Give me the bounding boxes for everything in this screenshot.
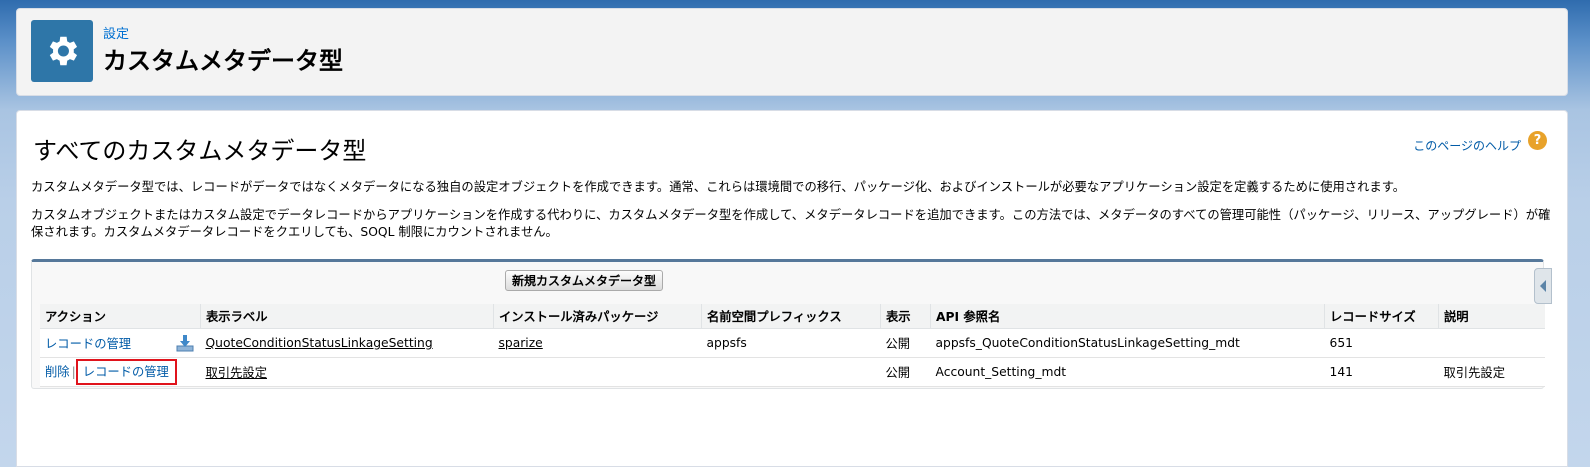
table-header-row: アクション 表示ラベル インストール済みパッケージ 名前空間プレフィックス 表示… bbox=[40, 304, 1545, 329]
breadcrumb-setup[interactable]: 設定 bbox=[103, 23, 129, 42]
col-package[interactable]: インストール済みパッケージ bbox=[493, 304, 702, 329]
metadata-table: アクション 表示ラベル インストール済みパッケージ 名前空間プレフィックス 表示… bbox=[40, 304, 1545, 387]
col-namespace[interactable]: 名前空間プレフィックス bbox=[701, 304, 881, 329]
namespace-cell bbox=[701, 357, 881, 387]
namespace-cell: appsfs bbox=[701, 328, 881, 358]
visibility-cell: 公開 bbox=[880, 357, 931, 387]
api-name-cell: appsfs_QuoteConditionStatusLinkageSettin… bbox=[930, 328, 1325, 358]
description-cell: 取引先設定 bbox=[1438, 357, 1545, 387]
main-content: すべてのカスタムメタデータ型 このページのヘルプ ? カスタムメタデータ型では、… bbox=[16, 110, 1568, 467]
api-name-cell: Account_Setting_mdt bbox=[930, 357, 1325, 387]
col-record-size[interactable]: レコードサイズ bbox=[1324, 304, 1439, 329]
gear-icon bbox=[31, 20, 93, 82]
new-custom-metadata-type-button[interactable]: 新規カスタムメタデータ型 bbox=[505, 270, 664, 291]
page-title: カスタムメタデータ型 bbox=[103, 47, 343, 75]
action-cell: レコードの管理 bbox=[40, 328, 201, 358]
section-heading: すべてのカスタムメタデータ型 bbox=[33, 137, 367, 165]
help-icon[interactable]: ? bbox=[1528, 131, 1547, 150]
delete-link[interactable]: 削除 bbox=[45, 365, 70, 379]
help-link[interactable]: このページのヘルプ bbox=[1413, 137, 1521, 154]
col-label[interactable]: 表示ラベル bbox=[200, 304, 494, 329]
table-row: レコードの管理 QuoteConditionStatusLinkageSetti… bbox=[40, 328, 1545, 358]
manage-records-link[interactable]: レコードの管理 bbox=[45, 337, 131, 351]
label-link[interactable]: 取引先設定 bbox=[206, 366, 268, 380]
chevron-left-icon bbox=[1540, 280, 1546, 292]
col-action: アクション bbox=[40, 304, 201, 329]
col-description[interactable]: 説明 bbox=[1438, 304, 1545, 329]
record-size-cell: 651 bbox=[1324, 328, 1439, 358]
col-api-name[interactable]: API 参照名 bbox=[930, 304, 1325, 329]
highlighted-manage-records: レコードの管理 bbox=[75, 359, 177, 385]
manage-records-link[interactable]: レコードの管理 bbox=[83, 365, 169, 379]
visibility-cell: 公開 bbox=[880, 328, 931, 358]
label-link[interactable]: QuoteConditionStatusLinkageSetting bbox=[206, 336, 433, 350]
record-size-cell: 141 bbox=[1324, 357, 1439, 387]
sidebar-toggle[interactable] bbox=[1534, 268, 1552, 304]
description-cell bbox=[1438, 328, 1545, 358]
action-cell: 削除 | レコードの管理 bbox=[40, 357, 201, 387]
package-link[interactable]: sparize bbox=[499, 336, 543, 350]
page-header: 設定 カスタムメタデータ型 bbox=[16, 8, 1568, 96]
metadata-type-list: 新規カスタムメタデータ型 アクション 表示ラベル インストール済みパッケージ 名… bbox=[31, 259, 1552, 389]
table-row: 削除 | レコードの管理 取引先設定 公開 Account_Setting_mdt … bbox=[40, 357, 1545, 387]
description-2: カスタムオブジェクトまたはカスタム設定でデータレコードからアプリケーションを作成… bbox=[31, 208, 1551, 239]
col-visibility[interactable]: 表示 bbox=[880, 304, 931, 329]
install-package-icon bbox=[175, 333, 195, 356]
package-cell bbox=[493, 357, 702, 387]
description-1: カスタムメタデータ型では、レコードがデータではなくメタデータになる独自の設定オブ… bbox=[31, 180, 1406, 194]
